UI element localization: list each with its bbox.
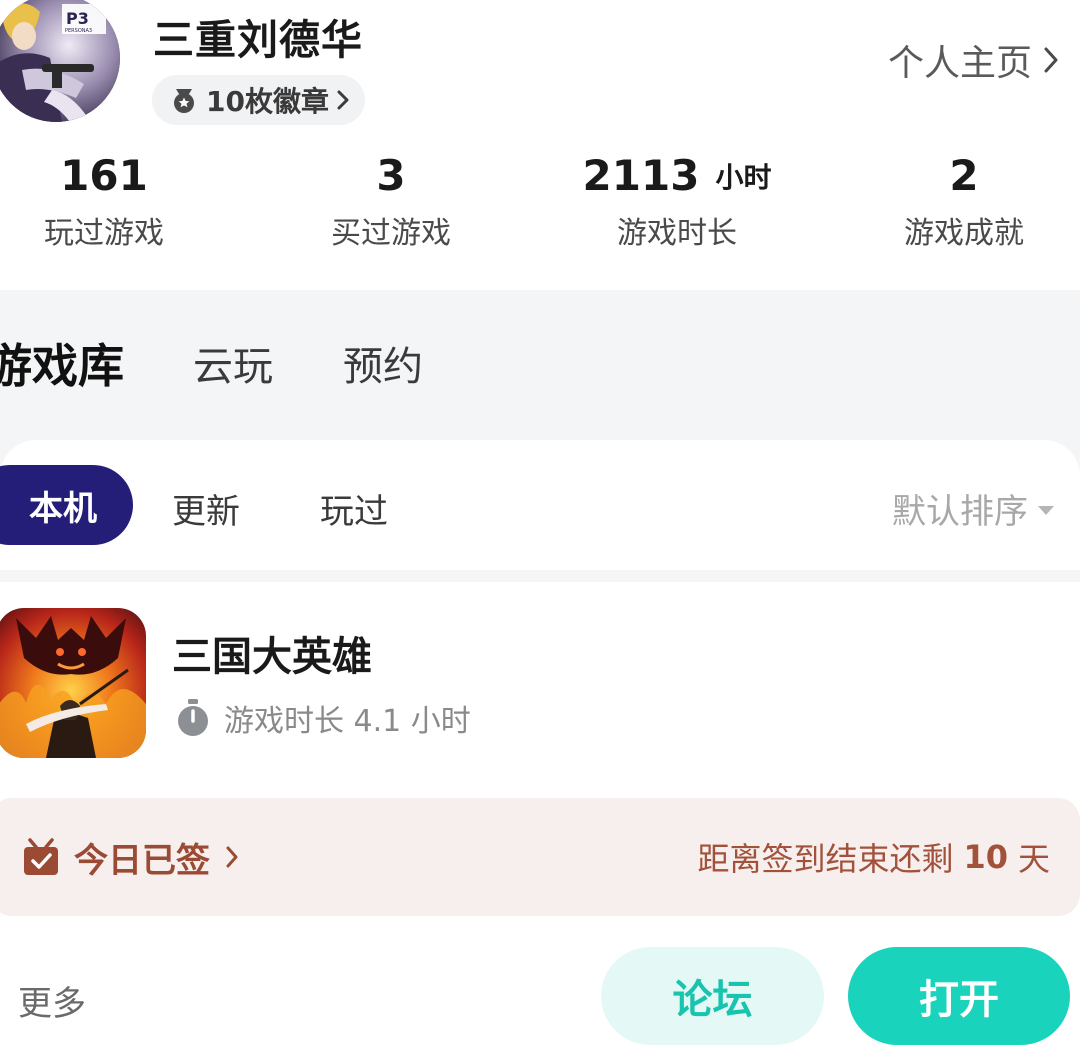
chip-played[interactable]: 玩过 [320,484,388,533]
checkin-banner: 今日已签 距离签到结束还剩 10 天 [0,798,1080,916]
game-title: 三国大英雄 [172,634,372,680]
stat-value: 161 [60,151,148,200]
stat-label: 买过游戏 [331,216,451,251]
gift-box-icon [24,838,58,875]
stat-unit: 小时 [715,161,772,194]
medal-icon [174,89,194,113]
tab-cloud-play[interactable]: 云玩 [193,334,273,392]
checkin-remaining: 距离签到结束还剩 10 天 [697,798,1050,916]
more-button[interactable]: 更多 [18,976,86,1025]
stat-label: 游戏成就 [904,216,1024,251]
game-list-item[interactable]: 三国大英雄 游戏时长 4.1 小时 [0,608,1080,768]
divider [0,570,1080,582]
chevron-right-icon [226,846,238,868]
game-playtime: 游戏时长 4.1 小时 [174,696,471,740]
avatar-logo-text: P3 [66,9,89,28]
badges-button[interactable]: 10枚徽章 [152,75,365,125]
stat-value: 2113 [582,151,700,200]
stat-value: 3 [376,151,406,200]
stat-played-games[interactable]: 161 玩过游戏 [0,148,229,252]
chevron-right-icon [1044,47,1058,73]
tab-reservations[interactable]: 预约 [343,334,423,392]
sort-dropdown[interactable]: 默认排序 [892,484,1054,533]
chip-local[interactable]: 本机 [0,465,133,545]
badges-label: 10枚徽章 [206,85,329,118]
playtime-text: 游戏时长 4.1 小时 [224,704,471,739]
profile-page-link[interactable]: 个人主页 [888,34,1058,86]
stopwatch-icon [178,699,208,736]
checkin-remaining-days: 10 [963,838,1008,876]
stat-label: 游戏时长 [617,216,737,251]
sort-label: 默认排序 [892,492,1028,532]
profile-link-label: 个人主页 [887,43,1032,84]
chip-updates[interactable]: 更新 [172,484,240,533]
checkin-remaining-suffix: 天 [1017,840,1050,878]
checkin-remaining-prefix: 距离签到结束还剩 [697,840,954,878]
avatar-image: P3 PERSONA3 [0,0,120,122]
library-section: 游戏库 云玩 预约 本机 更新 玩过 默认排序 三国大英雄 游戏时长 4.1 小… [0,290,1080,1059]
checkin-status-button[interactable]: 今日已签 [22,798,238,916]
chevron-right-icon [337,90,349,110]
caret-down-icon [1038,506,1054,515]
open-game-button[interactable]: 打开 [848,947,1070,1045]
stat-bought-games[interactable]: 3 买过游戏 [266,148,516,252]
filter-row: 本机 更新 玩过 默认排序 [0,440,1080,570]
stat-value: 2 [949,151,979,200]
stat-achievements[interactable]: 2 游戏成就 [839,148,1080,252]
avatar[interactable]: P3 PERSONA3 [0,0,120,122]
profile-header: P3 PERSONA3 三重刘德华 10枚徽章 个人主页 161 玩过游戏 3 … [0,0,1080,290]
library-card: 本机 更新 玩过 默认排序 三国大英雄 游戏时长 4.1 小时 今日已签 距离签… [0,440,1080,1059]
stat-play-time[interactable]: 2113 小时 游戏时长 [552,148,802,252]
username: 三重刘德华 [153,16,363,64]
main-tabs: 游戏库 云玩 预约 [0,290,1080,440]
stats-row: 161 玩过游戏 3 买过游戏 2113 小时 游戏时长 2 游戏成就 [0,148,1080,258]
checkin-status-label: 今日已签 [74,840,210,881]
stat-label: 玩过游戏 [44,216,164,251]
tab-game-library[interactable]: 游戏库 [0,330,124,396]
svg-text:PERSONA3: PERSONA3 [65,28,92,34]
game-icon[interactable] [0,608,146,758]
forum-button[interactable]: 论坛 [601,947,824,1045]
game-cover-image [0,608,146,758]
